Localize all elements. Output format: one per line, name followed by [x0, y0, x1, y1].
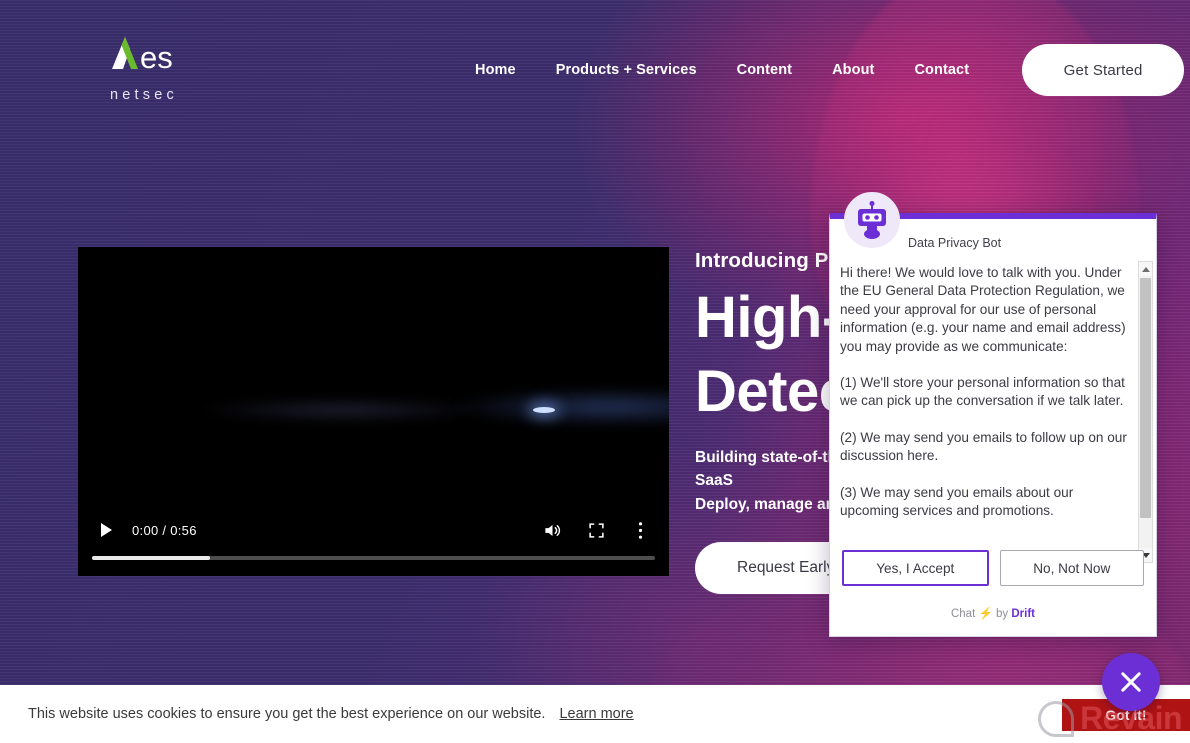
chat-message: Hi there! We would love to talk with you…: [840, 264, 1132, 520]
video-controls: 0:00 / 0:56: [78, 502, 669, 576]
nav-item-home[interactable]: Home: [455, 62, 536, 78]
logo-wordmark: es: [110, 33, 188, 80]
get-started-button[interactable]: Get Started: [1022, 44, 1185, 96]
chat-scrollbar[interactable]: [1138, 261, 1153, 563]
nav-item-content[interactable]: Content: [717, 62, 812, 78]
cookie-banner: This website uses cookies to ensure you …: [0, 685, 1190, 743]
video-time-display: 0:00 / 0:56: [132, 522, 197, 538]
chat-footer: Chat ⚡ by Drift: [830, 606, 1156, 620]
play-icon[interactable]: [92, 516, 120, 544]
chat-paragraph-2: (1) We'll store your personal informatio…: [840, 375, 1125, 409]
svg-text:es: es: [140, 40, 173, 73]
scroll-up-icon[interactable]: [1139, 262, 1152, 276]
nav-item-products-services[interactable]: Products + Services: [536, 62, 717, 78]
chat-paragraph-3: (2) We may send you emails to follow up …: [840, 429, 1127, 464]
chat-widget: Data Privacy Bot Hi there! We would love…: [829, 192, 1157, 637]
video-player[interactable]: 0:00 / 0:56: [78, 247, 669, 576]
main-nav: Home Products + Services Content About C…: [455, 44, 1185, 96]
close-icon[interactable]: [1102, 653, 1160, 711]
decline-privacy-button[interactable]: No, Not Now: [999, 550, 1144, 586]
chat-paragraph-1: Hi there! We would love to talk with you…: [840, 265, 1126, 354]
cookie-learn-more-link[interactable]: Learn more: [559, 706, 633, 722]
chat-paragraph-4: (3) We may send you emails about our upc…: [840, 484, 1074, 519]
video-frame-spark: [533, 407, 555, 413]
video-frame-glow-left: [198, 397, 488, 423]
fullscreen-icon[interactable]: [581, 516, 611, 544]
cookie-message: This website uses cookies to ensure you …: [28, 706, 546, 722]
video-progress-bar[interactable]: [92, 556, 655, 560]
logo[interactable]: es netsec: [110, 33, 188, 103]
nav-item-about[interactable]: About: [812, 62, 894, 78]
chat-message-body: Hi there! We would love to talk with you…: [830, 257, 1156, 563]
chat-footer-middle: by: [996, 608, 1009, 620]
video-progress-loaded: [92, 556, 211, 560]
robot-icon: [844, 192, 900, 248]
drift-brand-link[interactable]: Drift: [1011, 608, 1035, 620]
volume-icon[interactable]: [537, 516, 567, 544]
video-frame-glow-right: [448, 387, 669, 427]
accept-privacy-button[interactable]: Yes, I Accept: [842, 550, 989, 586]
chat-bot-name: Data Privacy Bot: [908, 236, 1002, 250]
page-root: es netsec Home Products + Services Conte…: [0, 0, 1190, 743]
site-header: es netsec Home Products + Services Conte…: [0, 0, 1190, 140]
scrollbar-thumb[interactable]: [1140, 278, 1151, 518]
nav-item-contact[interactable]: Contact: [894, 62, 989, 78]
logo-subtitle: netsec: [110, 87, 178, 103]
lightning-bolt-icon: ⚡: [978, 608, 993, 620]
chat-footer-prefix: Chat: [950, 608, 976, 620]
aves-logo-icon: es: [112, 37, 173, 75]
chat-action-buttons: Yes, I Accept No, Not Now: [842, 550, 1144, 586]
more-options-icon[interactable]: [625, 516, 655, 544]
